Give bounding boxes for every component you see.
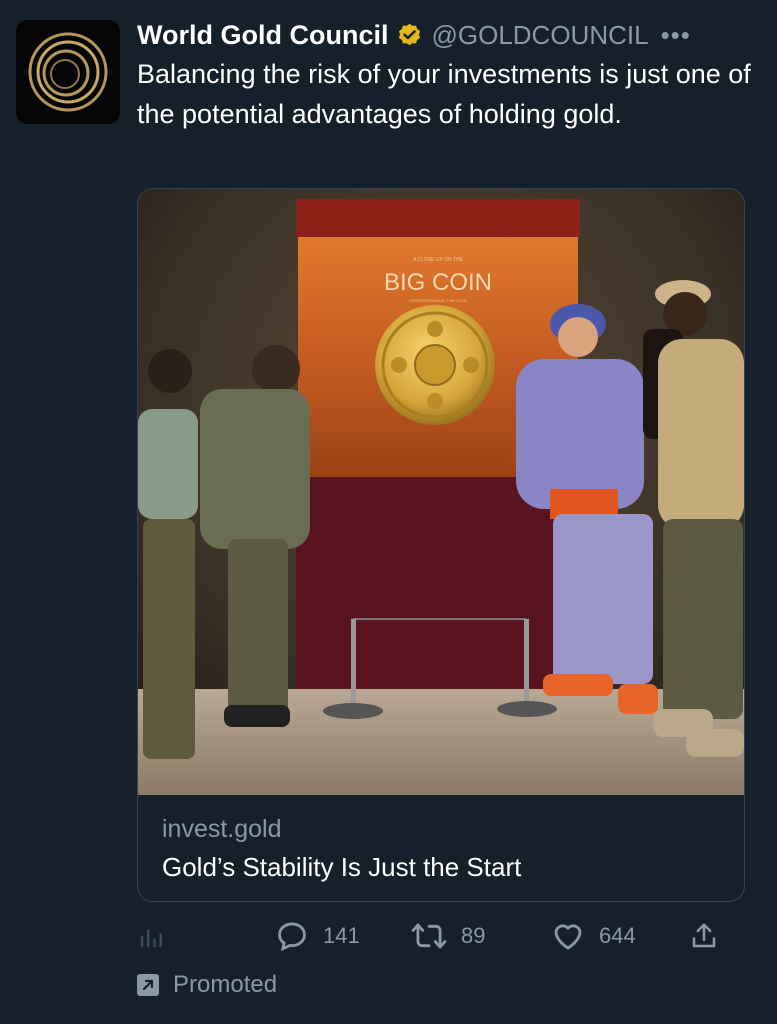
gold-rings-logo-icon xyxy=(16,20,120,124)
sign-small-bottom: CROWDSTANDING THE GOLD xyxy=(409,298,467,303)
reply-button[interactable]: 141 xyxy=(275,914,360,958)
share-icon xyxy=(692,923,716,948)
tweet-header: World Gold Council @GOLDCOUNCIL ••• xyxy=(137,14,747,56)
like-button[interactable]: 644 xyxy=(551,914,636,958)
analytics-button[interactable] xyxy=(137,914,181,958)
promoted-label: Promoted xyxy=(137,968,277,1002)
card-image: A CLOSE UP ON THE BIG COIN CROWDSTANDING… xyxy=(138,189,744,795)
retweet-count: 89 xyxy=(461,923,486,948)
tweet[interactable]: World Gold Council @GOLDCOUNCIL ••• Bala… xyxy=(0,0,777,1024)
tweet-text: Balancing the risk of your investments i… xyxy=(137,59,751,129)
promoted-text: Promoted xyxy=(173,971,278,998)
share-button[interactable] xyxy=(689,914,733,958)
card-domain: invest.gold xyxy=(162,815,282,843)
analytics-icon xyxy=(140,929,162,948)
promoted-icon xyxy=(137,974,159,996)
sign-title: BIG COIN xyxy=(384,269,492,296)
link-card[interactable]: A CLOSE UP ON THE BIG COIN CROWDSTANDING… xyxy=(137,188,745,902)
verified-badge-icon xyxy=(396,22,423,49)
more-options-icon[interactable]: ••• xyxy=(661,20,691,51)
reply-count: 141 xyxy=(323,923,360,948)
retweet-icon xyxy=(411,923,447,949)
retweet-button[interactable]: 89 xyxy=(411,914,485,958)
author-name[interactable]: World Gold Council xyxy=(137,20,388,51)
like-count: 644 xyxy=(599,923,636,948)
tweet-actions: 141 89 644 xyxy=(137,914,737,958)
author-handle[interactable]: @GOLDCOUNCIL xyxy=(431,20,648,51)
heart-icon xyxy=(554,924,582,950)
reply-icon xyxy=(278,922,306,952)
avatar[interactable] xyxy=(16,20,120,124)
sign-small-top: A CLOSE UP ON THE xyxy=(413,257,463,263)
card-title: Gold’s Stability Is Just the Start xyxy=(162,852,522,882)
